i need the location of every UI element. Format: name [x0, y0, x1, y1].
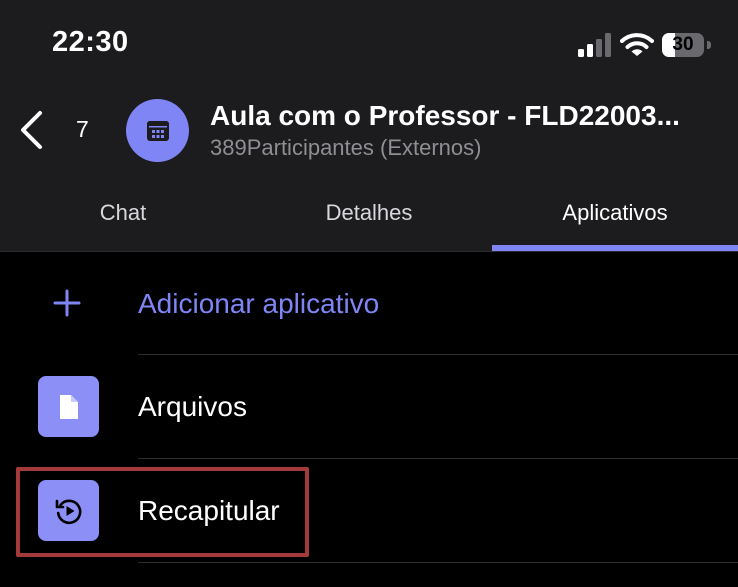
participants-subtitle: 389Participantes (Externos)	[210, 135, 482, 160]
tab-chat[interactable]: Chat	[0, 200, 246, 228]
battery-icon: 30	[662, 33, 712, 57]
tab-detalhes[interactable]: Detalhes	[246, 200, 492, 228]
app-label-arquivos: Arquivos	[138, 391, 247, 422]
app-label-recapitular: Recapitular	[138, 495, 280, 526]
app-icon-arquivos	[38, 376, 99, 437]
back-unread-count[interactable]: 7	[76, 116, 89, 143]
calendar-icon	[146, 120, 169, 141]
add-app-row[interactable]: Adicionar aplicativo	[0, 252, 738, 356]
file-icon	[59, 394, 78, 419]
battery-level: 30	[672, 34, 694, 55]
app-icon-recapitular	[38, 480, 99, 541]
meeting-avatar	[126, 99, 189, 162]
recap-icon	[55, 499, 81, 524]
add-app-label: Adicionar aplicativo	[138, 288, 380, 319]
divider	[138, 562, 738, 563]
app-row-recapitular[interactable]: Recapitular	[0, 459, 738, 563]
tab-aplicativos[interactable]: Aplicativos	[492, 200, 738, 228]
wifi-icon	[620, 33, 654, 56]
back-chevron-icon[interactable]	[18, 110, 46, 150]
plus-icon	[53, 289, 81, 317]
app-row-arquivos[interactable]: Arquivos	[0, 355, 738, 459]
chat-title[interactable]: Aula com o Professor - FLD22003...	[210, 100, 710, 132]
status-time: 22:30	[52, 26, 129, 58]
cellular-signal-icon	[578, 33, 611, 57]
